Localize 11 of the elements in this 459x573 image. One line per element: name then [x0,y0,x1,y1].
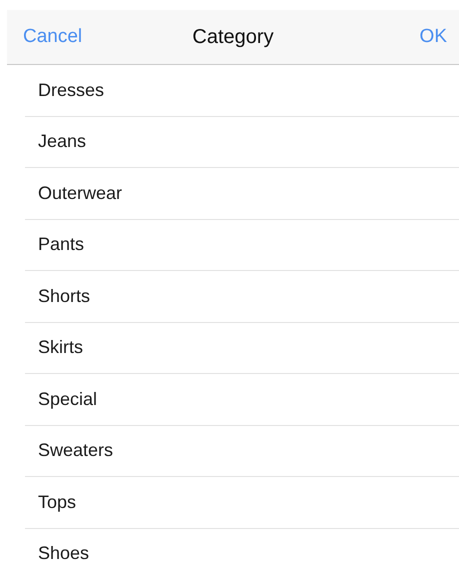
list-item[interactable]: Sweaters [38,440,114,462]
list-item[interactable]: Pants [38,234,84,256]
list-item[interactable]: Outerwear [38,182,122,204]
list-item[interactable]: Dresses [38,80,104,101]
list-item[interactable]: Shorts [38,286,90,307]
nav-title: Category [192,26,274,48]
list-item[interactable]: Skirts [38,337,83,358]
list-item[interactable]: Special [38,388,98,410]
list-item[interactable]: Shoes [38,543,90,564]
list-item[interactable]: Jeans [38,131,86,152]
list-item[interactable]: Tops [38,492,76,513]
